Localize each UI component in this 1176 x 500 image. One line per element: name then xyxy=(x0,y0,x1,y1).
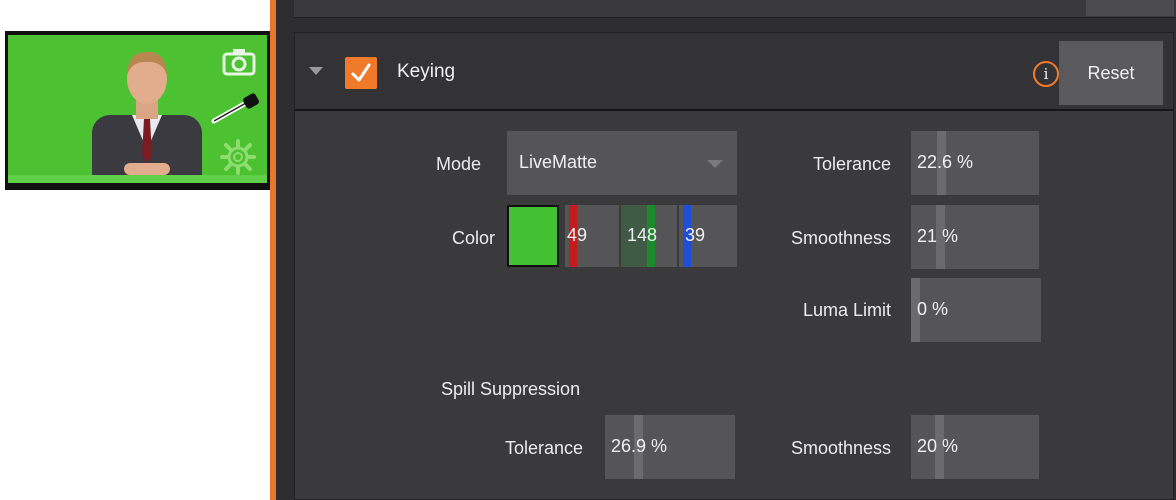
blue-channel-field[interactable]: 39 xyxy=(679,205,737,267)
color-label: Color xyxy=(451,228,495,248)
gear-icon[interactable] xyxy=(220,139,256,175)
presenter-image xyxy=(92,51,202,183)
luma-limit-value: 0 % xyxy=(917,299,949,319)
source-thumbnail[interactable] xyxy=(5,31,270,190)
eyedropper-icon[interactable] xyxy=(208,93,262,125)
spill-tolerance-value: 26.9 % xyxy=(611,436,668,456)
green-channel-value: 148 xyxy=(627,225,658,245)
tolerance-slider[interactable]: 22.6 % xyxy=(911,131,1039,195)
color-swatch[interactable] xyxy=(507,205,559,267)
smoothness-value: 21 % xyxy=(917,226,959,246)
tolerance-label: Tolerance xyxy=(812,154,891,174)
spill-smoothness-slider[interactable]: 20 % xyxy=(911,415,1039,479)
spill-smoothness-value: 20 % xyxy=(917,436,959,456)
spill-tolerance-label: Tolerance xyxy=(504,438,583,458)
luma-limit-slider[interactable]: 0 % xyxy=(911,278,1041,342)
settings-panel: Keying i Reset Mode LiveMatte Color 49 1… xyxy=(270,0,1176,500)
keying-section: Keying i Reset Mode LiveMatte Color 49 1… xyxy=(294,32,1174,500)
spill-tolerance-slider[interactable]: 26.9 % xyxy=(605,415,735,479)
info-icon[interactable]: i xyxy=(1033,61,1059,87)
checkmark-icon xyxy=(351,63,371,82)
smoothness-slider[interactable]: 21 % xyxy=(911,205,1039,269)
keying-header[interactable]: Keying i Reset xyxy=(295,33,1173,111)
mode-label: Mode xyxy=(435,154,481,174)
desk xyxy=(8,175,267,183)
red-channel-value: 49 xyxy=(567,225,588,245)
dropdown-arrow-icon xyxy=(707,160,723,168)
reset-button[interactable]: Reset xyxy=(1059,41,1163,105)
spill-suppression-heading: Spill Suppression xyxy=(441,379,581,399)
section-title: Keying xyxy=(397,61,456,82)
camera-icon[interactable] xyxy=(222,48,256,76)
keying-enable-checkbox[interactable] xyxy=(345,57,377,89)
previous-section-button[interactable] xyxy=(1086,0,1174,16)
spill-smoothness-label: Smoothness xyxy=(790,438,891,458)
green-channel-field[interactable]: 148 xyxy=(621,205,677,267)
collapse-chevron-icon[interactable] xyxy=(309,67,323,75)
luma-limit-label: Luma Limit xyxy=(802,300,891,320)
smoothness-label: Smoothness xyxy=(790,228,891,248)
previous-section xyxy=(294,0,1176,18)
green-screen-preview xyxy=(8,35,267,183)
blue-channel-value: 39 xyxy=(685,225,706,245)
tolerance-value: 22.6 % xyxy=(917,152,974,172)
red-channel-field[interactable]: 49 xyxy=(565,205,619,267)
mode-value: LiveMatte xyxy=(519,152,598,172)
mode-dropdown[interactable]: LiveMatte xyxy=(507,131,737,195)
